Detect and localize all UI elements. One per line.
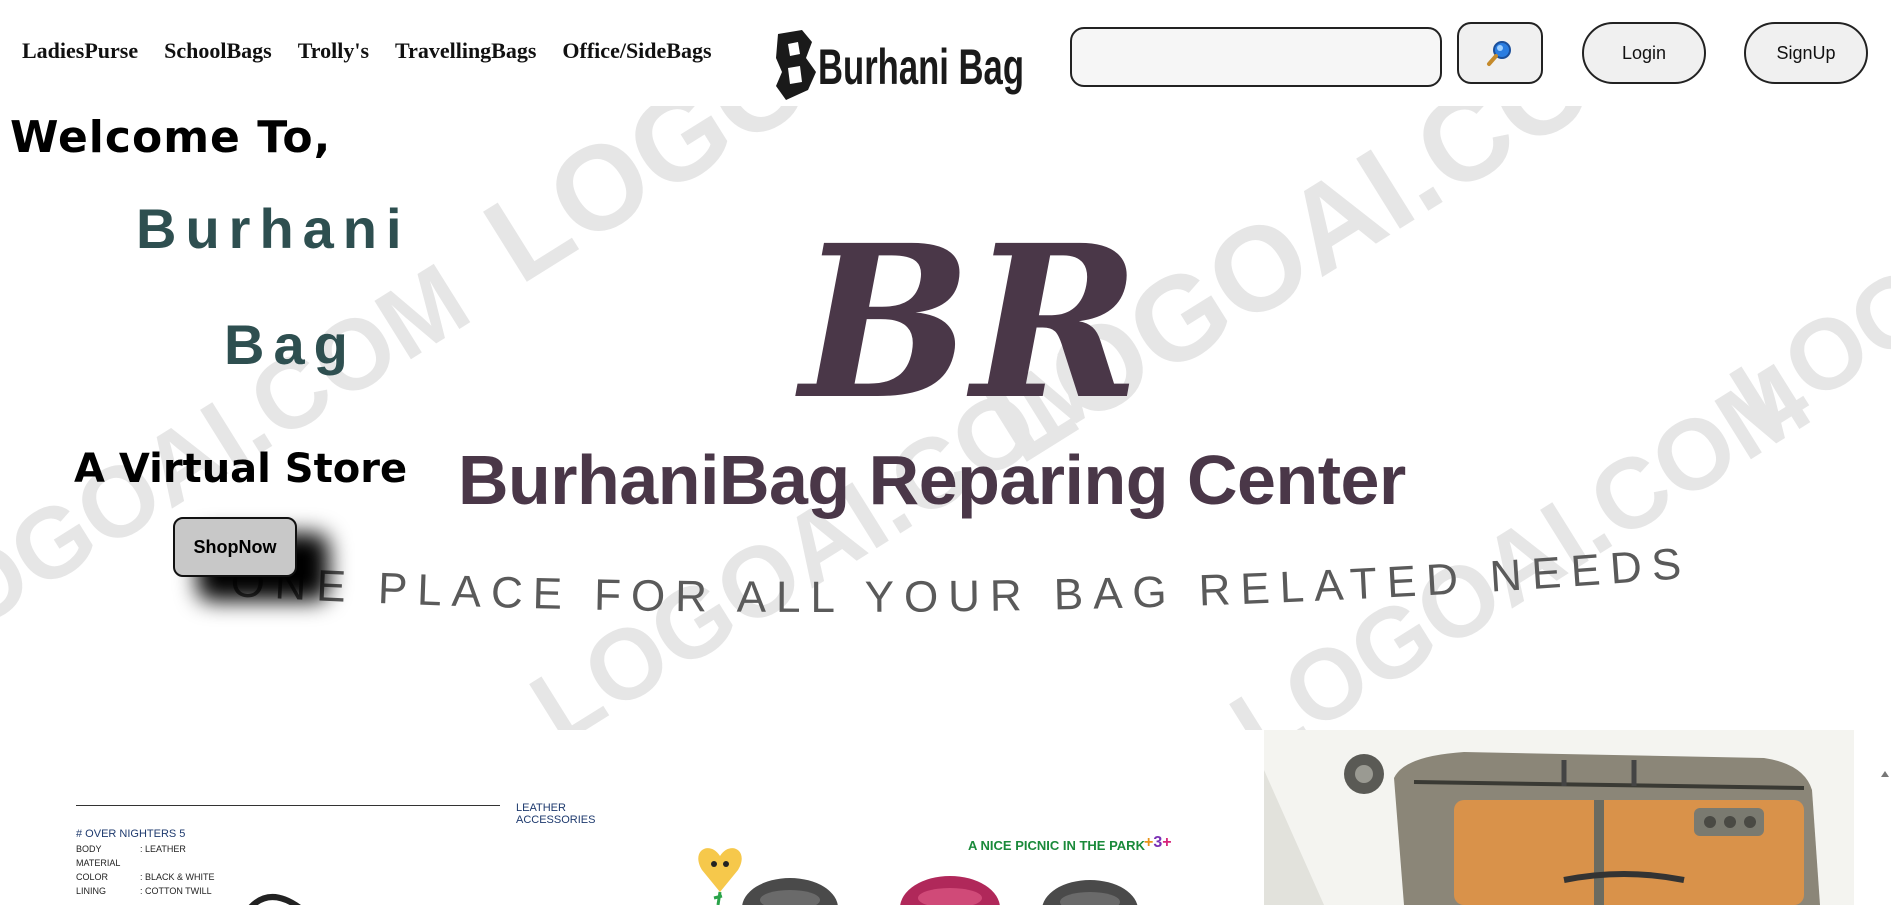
nav-link-office-side-bags[interactable]: Office/SideBags — [562, 38, 711, 64]
store-tagline: A Virtual Store — [74, 446, 408, 492]
card-title: # OVER NIGHTERS 5 — [76, 828, 186, 840]
spec-row: BODY MATERIAL : LEATHER — [76, 842, 296, 870]
search-button[interactable] — [1457, 22, 1543, 84]
svg-text:LOGOAI.COM: LOGOAI.COM — [1212, 342, 1827, 730]
bag-handle-image — [248, 894, 301, 905]
brand-name-line1: Burhani — [136, 197, 411, 260]
welcome-heading: Welcome To, — [10, 112, 332, 163]
login-button[interactable]: Login — [1582, 22, 1706, 84]
magnifier-icon — [1487, 41, 1511, 66]
product-card-overnighter[interactable]: LEATHER ACCESSORIES # OVER NIGHTERS 5 BO… — [60, 730, 620, 905]
repair-center-title: BurhaniBag Reparing Center — [458, 441, 1406, 519]
signup-button[interactable]: SignUp — [1744, 22, 1868, 84]
hero-banner: LOGOAI.COM LOGOAI.COM LOGOAI.COM LOGOAI.… — [0, 106, 1891, 730]
scroll-up-arrow-icon[interactable] — [1881, 770, 1889, 778]
divider — [76, 805, 500, 806]
brand-logo[interactable]: Burhani Bag — [772, 28, 1028, 102]
nav-link-travelling-bags[interactable]: TravellingBags — [395, 38, 536, 64]
brand-logo-text: Burhani Bag — [818, 39, 1024, 95]
shop-now-button[interactable]: ShopNow — [173, 517, 297, 577]
product-card-trolley[interactable] — [1264, 730, 1854, 905]
product-card-picnic[interactable]: A NICE PICNIC IN THE PARK +3+ — [690, 730, 1210, 905]
search-input[interactable] — [1070, 27, 1442, 87]
nav-link-school-bags[interactable]: SchoolBags — [164, 38, 272, 64]
spec-key: COLOR — [76, 872, 109, 882]
nav-link-ladies-purse[interactable]: LadiesPurse — [22, 38, 138, 64]
spec-key: BODY MATERIAL — [76, 844, 121, 868]
brand-name-line2: Bag — [224, 313, 357, 376]
svg-text:BR: BR — [795, 206, 1140, 426]
repair-center-slogan: ONE PLACE FOR ALL YOUR BAG RELATED NEEDS — [229, 546, 1692, 622]
top-navbar: LadiesPurse SchoolBags Trolly's Travelli… — [0, 0, 1891, 106]
product-strip: LEATHER ACCESSORIES # OVER NIGHTERS 5 BO… — [0, 730, 1891, 905]
nav-link-trollys[interactable]: Trolly's — [298, 38, 369, 64]
card-header: LEATHER ACCESSORIES — [516, 802, 596, 826]
svg-text:ONE PLACE FOR ALL YOUR BAG REL: ONE PLACE FOR ALL YOUR BAG RELATED NEEDS — [229, 546, 1692, 622]
br-monogram-logo: BR — [795, 206, 1140, 426]
spec-value: : LEATHER — [140, 844, 186, 854]
category-nav: LadiesPurse SchoolBags Trolly's Travelli… — [22, 38, 712, 64]
backpacks-image — [698, 848, 1138, 905]
suitcase-image — [1264, 752, 1820, 905]
spec-key: LINING — [76, 886, 107, 896]
